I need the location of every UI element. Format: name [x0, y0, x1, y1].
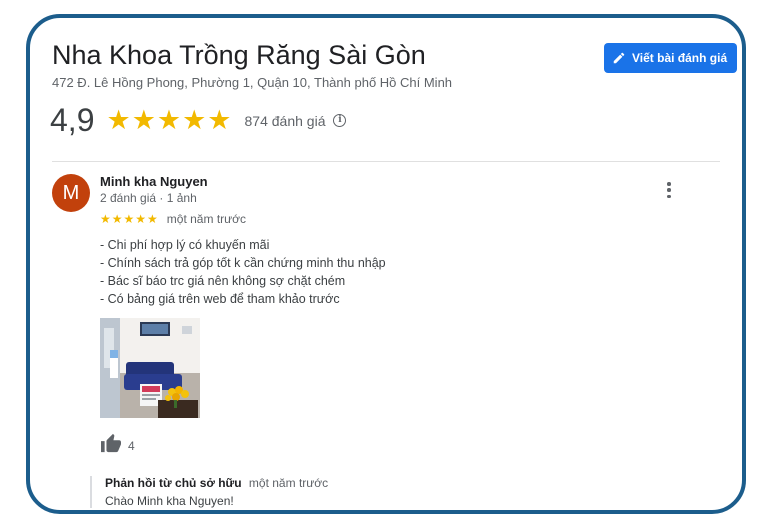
owner-reply-text: Chào Minh kha Nguyen! — [105, 494, 234, 508]
write-review-button[interactable]: Viết bài đánh giá — [604, 43, 738, 73]
info-icon[interactable]: i — [333, 114, 347, 127]
review-rating-row: ★★★★★ một năm trước — [100, 212, 246, 226]
owner-reply-time: một năm trước — [248, 476, 329, 490]
business-name: Nha Khoa Trồng Răng Sài Gòn — [52, 40, 426, 70]
review-line: - Chi phí hợp lý có khuyến mãi — [100, 238, 270, 252]
owner-reply: Phản hồi từ chủ sở hữu một năm trước Chà… — [90, 476, 328, 508]
avatar[interactable]: M — [52, 174, 90, 212]
more-options-icon[interactable] — [664, 182, 674, 198]
pencil-icon — [612, 51, 626, 65]
review-line: - Bác sĩ báo trc giá nên không sợ chặt c… — [100, 274, 346, 288]
review-count[interactable]: 874 đánh giá — [245, 113, 326, 129]
owner-reply-label: Phản hồi từ chủ sở hữu — [105, 476, 242, 490]
review-stars: ★★★★★ — [100, 212, 159, 226]
review-line: - Chính sách trả góp tốt k cần chứng min… — [100, 256, 386, 270]
like-count: 4 — [128, 438, 135, 453]
average-rating: 4,9 — [50, 102, 95, 138]
review-panel: Nha Khoa Trồng Răng Sài Gòn 472 Đ. Lê Hồ… — [26, 14, 746, 514]
review-time: một năm trước — [166, 212, 247, 226]
rating-summary: 4,9 ★★★★★ 874 đánh giá i — [50, 102, 347, 139]
like-row: 4 — [100, 433, 135, 458]
thumbs-up-icon[interactable] — [100, 433, 122, 458]
business-address: 472 Đ. Lê Hồng Phong, Phường 1, Quận 10,… — [52, 75, 453, 90]
reviewer-name[interactable]: Minh kha Nguyen — [100, 174, 208, 189]
review-line: - Có bảng giá trên web để tham khảo trướ… — [100, 292, 340, 306]
rating-stars: ★★★★★ — [106, 105, 233, 135]
reviewer-meta: 2 đánh giá · 1 ảnh — [100, 191, 197, 205]
review-photo[interactable] — [100, 318, 200, 418]
write-review-label: Viết bài đánh giá — [632, 51, 728, 65]
review-text: - Chi phí hợp lý có khuyến mãi - Chính s… — [100, 236, 386, 308]
divider — [52, 161, 720, 162]
